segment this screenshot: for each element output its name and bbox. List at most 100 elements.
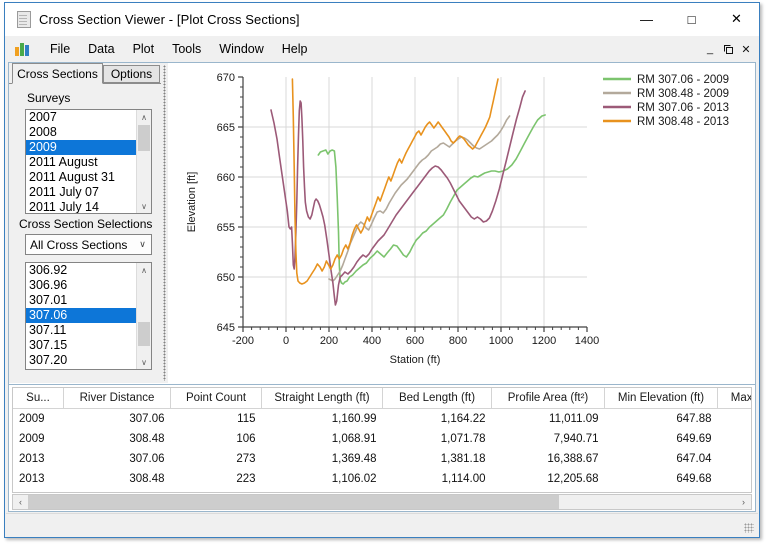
table-cell: 1,160.99 [262,409,383,430]
list-item[interactable]: 2011 August 31 [26,170,137,185]
column-header[interactable]: Straight Length (ft) [262,388,383,409]
list-item[interactable]: 307.01 [26,293,137,308]
y-axis-title: Elevation [ft] [186,172,198,233]
tab-options[interactable]: Options [103,65,160,83]
x-tick-label: 600 [406,335,424,347]
menu-item-plot[interactable]: Plot [124,38,164,60]
list-item-selected[interactable]: 307.06 [26,308,137,323]
mdi-child-controls: _ ✕ [701,36,755,62]
scroll-right-icon[interactable]: › [736,495,751,509]
cross-sections-scrollbar[interactable]: ∧ ∨ [136,263,151,369]
x-axis-title: Station (ft) [390,354,441,366]
list-item[interactable]: 2011 July 14 [26,200,137,214]
menu-item-file[interactable]: File [41,38,79,60]
column-header[interactable]: Bed Length (ft) [383,388,492,409]
mdi-restore-button[interactable] [719,39,737,59]
table-cell: 2013 [13,469,64,489]
chevron-down-icon[interactable]: ∨ [134,239,151,250]
x-tick-label: 1200 [532,335,556,347]
column-header[interactable]: Profile Area (ft²) [492,388,605,409]
column-header[interactable]: Min Elevation (ft) [605,388,718,409]
legend-label-0: RM 307.06 - 2009 [637,74,729,86]
column-header[interactable]: Point Count [171,388,262,409]
table-row[interactable]: 2013308.482231,106.021,114.0012,205.6864… [13,469,752,489]
table-row[interactable]: 2013307.062731,369.481,381.1816,388.6764… [13,449,752,469]
cross-sections-listbox[interactable]: 306.92 306.96 307.01 307.06 307.11 307.1… [25,262,152,370]
column-header[interactable]: Su... [13,388,64,409]
cross-section-selections-label: Cross Section Selections [19,217,152,231]
table-header-row: Su...River DistancePoint CountStraight L… [13,388,752,409]
minimize-button[interactable]: — [624,3,669,35]
panel-splitter[interactable] [161,63,168,383]
maximize-button[interactable]: □ [669,3,714,35]
list-item[interactable]: 306.96 [26,278,137,293]
window-title: Cross Section Viewer - [Plot Cross Secti… [39,12,300,27]
resize-grip-icon[interactable] [744,523,754,533]
tab-strip: Options Cross Sections [9,63,161,84]
scrollbar-thumb[interactable] [138,125,150,151]
bar-chart-logo-icon [15,42,31,56]
list-item-selected[interactable]: 2009 [26,140,137,155]
surveys-scrollbar[interactable]: ∧ ∨ [136,110,151,213]
table-row[interactable]: 2009307.061151,160.991,164.2211,011.0964… [13,409,752,430]
table-cell: 668.61 [718,449,753,469]
menu-item-window[interactable]: Window [210,38,272,60]
list-item[interactable]: 306.92 [26,263,137,278]
scroll-left-icon[interactable]: ‹ [13,495,28,509]
left-panel: Options Cross Sections Surveys 2007 2008… [9,63,161,383]
close-button[interactable]: ✕ [714,3,759,35]
mdi-minimize-button[interactable]: _ [701,39,719,59]
list-item[interactable]: 2011 July 07 [26,185,137,200]
y-tick-label: 670 [217,72,235,84]
scroll-down-icon[interactable]: ∨ [137,199,151,213]
y-tick-label: 665 [217,122,235,134]
plot-cross-sections-child-window: Options Cross Sections Surveys 2007 2008… [8,62,756,512]
results-grid[interactable]: Su...River DistancePoint CountStraight L… [12,387,752,493]
scroll-up-icon[interactable]: ∧ [137,263,151,277]
table-cell: 1,369.48 [262,449,383,469]
table-cell: 1,114.00 [383,469,492,489]
scrollbar-track[interactable] [28,495,736,509]
list-item[interactable]: 2007 [26,110,137,125]
table-cell: 647.04 [605,449,718,469]
table-row[interactable]: 2009308.481061,068.911,071.787,940.71649… [13,429,752,449]
table-cell: 1,381.18 [383,449,492,469]
cross-section-plot[interactable]: 645650655660665670-200020040060080010001… [169,63,758,382]
x-tick-label: -200 [232,335,254,347]
list-item[interactable]: 2011 August [26,155,137,170]
table-cell: 2009 [13,429,64,449]
column-header[interactable]: River Distance [64,388,171,409]
scrollbar-thumb[interactable] [28,495,559,509]
surveys-listbox[interactable]: 2007 2008 2009 2011 August 2011 August 3… [25,109,152,214]
column-header[interactable]: Max Elevation (ft) [718,388,753,409]
table-cell: 666.19 [718,409,753,430]
legend-label-2: RM 307.06 - 2013 [637,102,729,114]
legend-label-3: RM 308.48 - 2013 [637,116,729,128]
table-cell: 1,106.02 [262,469,383,489]
mdi-close-button[interactable]: ✕ [737,39,755,59]
x-tick-label: 0 [283,335,289,347]
list-item[interactable]: 307.20 [26,353,137,368]
menu-item-data[interactable]: Data [79,38,123,60]
list-item[interactable]: 307.11 [26,323,137,338]
scroll-up-icon[interactable]: ∧ [137,110,151,124]
tab-cross-sections[interactable]: Cross Sections [12,63,103,84]
table-cell: 308.48 [64,429,171,449]
menu-item-tools[interactable]: Tools [163,38,210,60]
x-tick-label: 1400 [575,335,599,347]
table-cell: 666.10 [718,429,753,449]
grid-horizontal-scrollbar[interactable]: ‹ › [12,494,752,510]
menu-item-help[interactable]: Help [273,38,317,60]
cross-section-selection-combobox[interactable]: All Cross Sections ∨ [25,234,152,255]
table-cell: 1,071.78 [383,429,492,449]
list-item[interactable]: 307.15 [26,338,137,353]
chart-panel: 645650655660665670-200020040060080010001… [168,63,755,383]
table-cell: 7,940.71 [492,429,605,449]
table-cell: 308.48 [64,469,171,489]
x-tick-label: 400 [363,335,381,347]
list-item[interactable]: 2008 [26,125,137,140]
table-cell: 1,164.22 [383,409,492,430]
scroll-down-icon[interactable]: ∨ [137,355,151,369]
table-cell: 16,388.67 [492,449,605,469]
scrollbar-thumb[interactable] [138,322,150,346]
